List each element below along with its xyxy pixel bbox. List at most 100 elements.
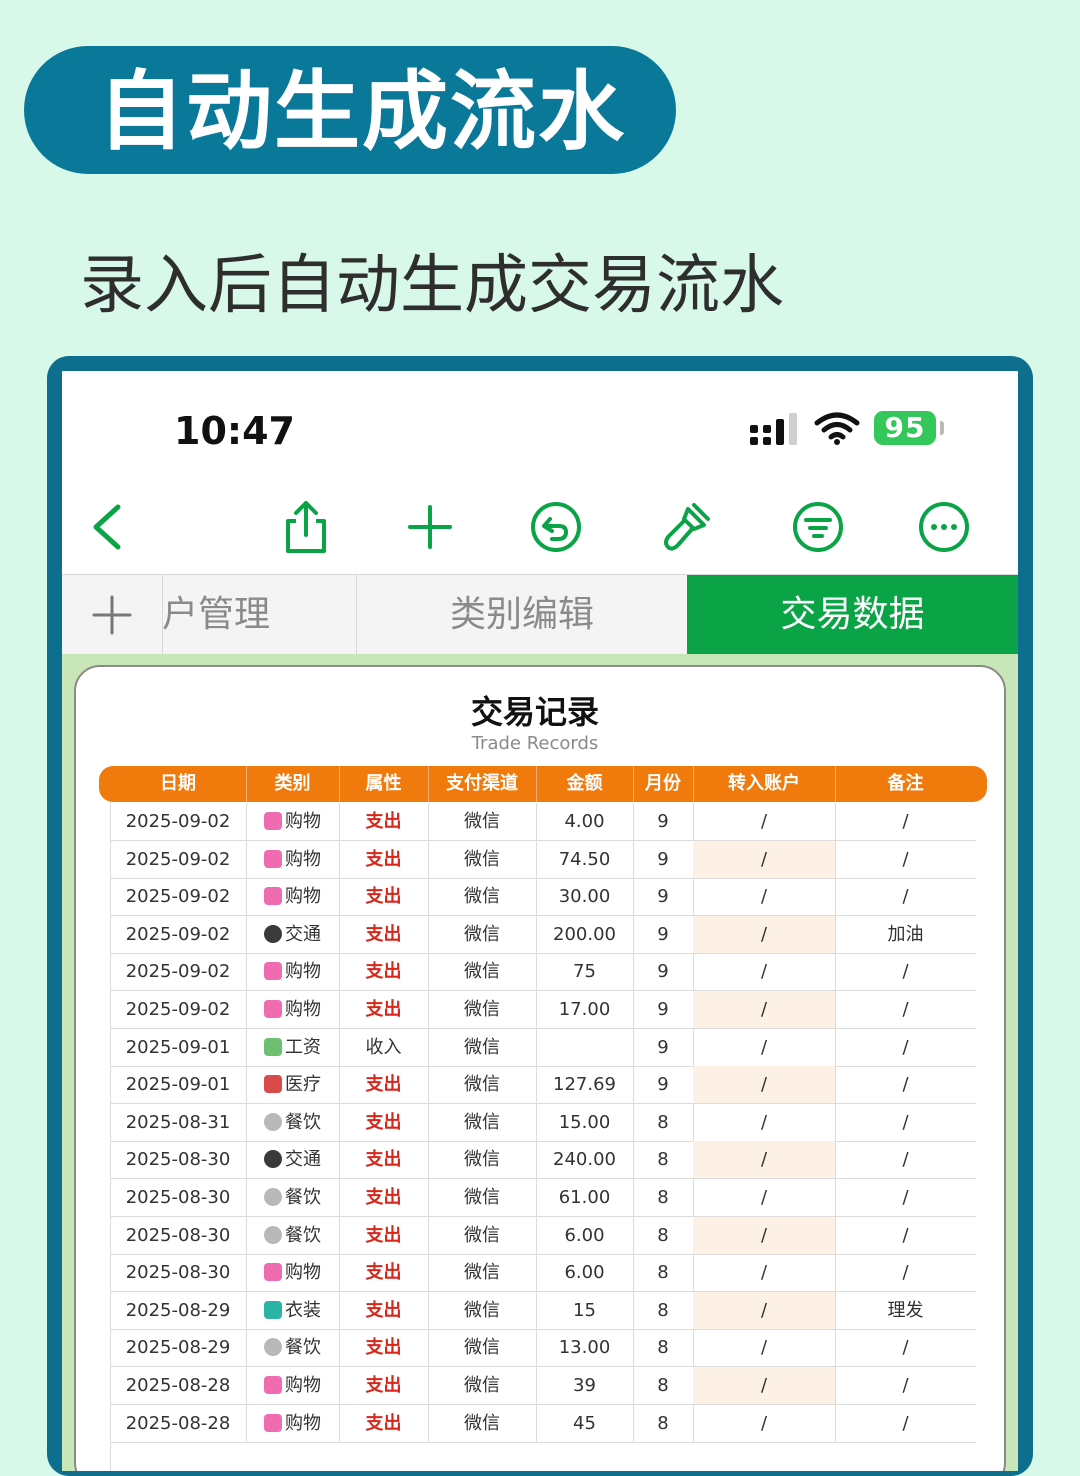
cell-to-account[interactable]: / [693, 1291, 836, 1329]
cell-note[interactable]: / [835, 1104, 976, 1141]
cell-type[interactable]: 支出 [339, 1066, 429, 1104]
cell-amount[interactable]: 4.00 [536, 803, 634, 840]
cell-category[interactable]: 医疗 [246, 1066, 340, 1104]
table-row[interactable]: 2025-09-02 交通 支出 微信 200.00 9/加油 [110, 915, 976, 954]
cell-note[interactable]: / [835, 991, 976, 1028]
cell-note[interactable]: / [835, 953, 976, 990]
cell-note[interactable]: / [835, 1217, 976, 1254]
cell-type[interactable]: 支出 [339, 1141, 429, 1179]
table-row[interactable]: 2025-08-30 餐饮 支出 微信 6.00 8// [110, 1216, 976, 1255]
cell-date[interactable]: 2025-09-02 [110, 953, 247, 991]
header-type[interactable]: 属性 [339, 766, 429, 802]
cell-to-account[interactable]: / [693, 991, 836, 1028]
header-date[interactable]: 日期 [110, 766, 247, 802]
cell-to-account[interactable]: / [693, 953, 836, 991]
table-row[interactable]: 2025-09-02 购物 支出 微信 30.00 9// [110, 878, 976, 917]
cell-type[interactable]: 支出 [339, 1103, 429, 1141]
cell-month[interactable]: 8 [633, 1254, 694, 1292]
table-row[interactable]: 2025-09-01 工资 收入 微信 9// [110, 1028, 976, 1067]
cell-category[interactable]: 购物 [246, 1367, 340, 1404]
cell-type[interactable]: 支出 [339, 1367, 429, 1404]
cell-month[interactable]: 9 [633, 878, 694, 916]
cell-amount[interactable]: 13.00 [536, 1329, 634, 1367]
cell-channel[interactable]: 微信 [428, 803, 537, 840]
cell-note[interactable]: / [835, 878, 976, 915]
tab-transaction-data[interactable]: 交易数据 [687, 575, 1018, 655]
cell-to-account[interactable]: / [693, 915, 836, 953]
cell-note[interactable]: / [835, 1179, 976, 1216]
cell-date[interactable]: 2025-08-30 [110, 1179, 247, 1216]
cell-note[interactable]: / [835, 1066, 976, 1103]
cell-channel[interactable]: 微信 [428, 1291, 537, 1329]
cell-category[interactable]: 购物 [246, 878, 340, 916]
header-month[interactable]: 月份 [633, 766, 694, 802]
table-row[interactable]: 2025-08-29 衣装 支出 微信 15 8/理发 [110, 1291, 976, 1330]
cell-note[interactable]: / [835, 1329, 976, 1366]
cell-date[interactable]: 2025-09-02 [110, 991, 247, 1028]
cell-amount[interactable]: 127.69 [536, 1066, 634, 1104]
cell-date[interactable]: 2025-08-28 [110, 1404, 247, 1442]
cell-category[interactable]: 购物 [246, 1404, 340, 1442]
cell-amount[interactable]: 240.00 [536, 1141, 634, 1179]
cell-month[interactable]: 8 [633, 1367, 694, 1404]
cell-amount[interactable]: 74.50 [536, 840, 634, 878]
share-icon[interactable] [278, 499, 334, 555]
cell-amount[interactable]: 15 [536, 1291, 634, 1329]
cell-channel[interactable]: 微信 [428, 1066, 537, 1104]
cell-amount[interactable]: 45 [536, 1404, 634, 1442]
tab-category-edit[interactable]: 类别编辑 [357, 575, 687, 655]
cell-month[interactable]: 9 [633, 840, 694, 878]
cell-to-account[interactable]: / [693, 878, 836, 916]
cell-channel[interactable]: 微信 [428, 1028, 537, 1066]
cell-month[interactable]: 8 [633, 1329, 694, 1367]
tab-account-management[interactable]: 户管理 [162, 575, 356, 655]
cell-amount[interactable]: 6.00 [536, 1254, 634, 1292]
table-row[interactable]: 2025-08-31 餐饮 支出 微信 15.00 8// [110, 1103, 976, 1142]
more-icon[interactable] [916, 499, 972, 555]
table-row[interactable]: 2025-08-28 购物 支出 微信 39 8// [110, 1367, 976, 1405]
cell-type[interactable]: 支出 [339, 1216, 429, 1254]
cell-category[interactable]: 衣装 [246, 1291, 340, 1329]
cell-note[interactable]: 加油 [835, 916, 976, 953]
cell-to-account[interactable]: / [693, 840, 836, 878]
cell-date[interactable]: 2025-08-30 [110, 1216, 247, 1254]
cell-to-account[interactable]: / [693, 803, 836, 840]
cell-to-account[interactable]: / [693, 1254, 836, 1292]
cell-to-account[interactable]: / [693, 1066, 836, 1104]
cell-date[interactable]: 2025-08-30 [110, 1141, 247, 1179]
cell-amount[interactable]: 17.00 [536, 991, 634, 1028]
table-row[interactable]: 2025-09-02 购物 支出 微信 17.00 9// [110, 991, 976, 1029]
cell-note[interactable]: / [835, 1029, 976, 1066]
cell-month[interactable]: 9 [633, 803, 694, 840]
cell-type[interactable]: 支出 [339, 915, 429, 953]
cell-category[interactable]: 餐饮 [246, 1329, 340, 1367]
cell-type[interactable]: 支出 [339, 1291, 429, 1329]
cell-category[interactable]: 交通 [246, 915, 340, 953]
header-to-account[interactable]: 转入账户 [693, 766, 836, 802]
cell-channel[interactable]: 微信 [428, 1367, 537, 1404]
table-row[interactable]: 2025-09-02 购物 支出 微信 75 9// [110, 953, 976, 992]
cell-amount[interactable]: 39 [536, 1367, 634, 1404]
cell-channel[interactable]: 微信 [428, 878, 537, 916]
cell-amount[interactable]: 6.00 [536, 1216, 634, 1254]
cell-to-account[interactable]: / [693, 1367, 836, 1404]
cell-type[interactable]: 支出 [339, 840, 429, 878]
table-row[interactable]: 2025-08-29 餐饮 支出 微信 13.00 8// [110, 1329, 976, 1368]
cell-date[interactable]: 2025-08-28 [110, 1367, 247, 1404]
cell-amount[interactable]: 15.00 [536, 1103, 634, 1141]
cell-note[interactable]: 理发 [835, 1292, 976, 1329]
cell-type[interactable]: 支出 [339, 953, 429, 991]
cell-channel[interactable]: 微信 [428, 1404, 537, 1442]
cell-channel[interactable]: 微信 [428, 1141, 537, 1179]
back-icon[interactable] [82, 499, 138, 555]
add-sheet-button[interactable] [62, 575, 163, 655]
header-amount[interactable]: 金额 [536, 766, 634, 802]
cell-type[interactable]: 支出 [339, 1404, 429, 1442]
cell-note[interactable]: / [835, 841, 976, 878]
cell-to-account[interactable]: / [693, 1179, 836, 1216]
cell-month[interactable]: 8 [633, 1141, 694, 1179]
filter-icon[interactable] [790, 499, 846, 555]
cell-category[interactable]: 餐饮 [246, 1216, 340, 1254]
cell-month[interactable]: 9 [633, 1066, 694, 1104]
table-row[interactable]: 2025-08-30 交通 支出 微信 240.00 8// [110, 1141, 976, 1180]
